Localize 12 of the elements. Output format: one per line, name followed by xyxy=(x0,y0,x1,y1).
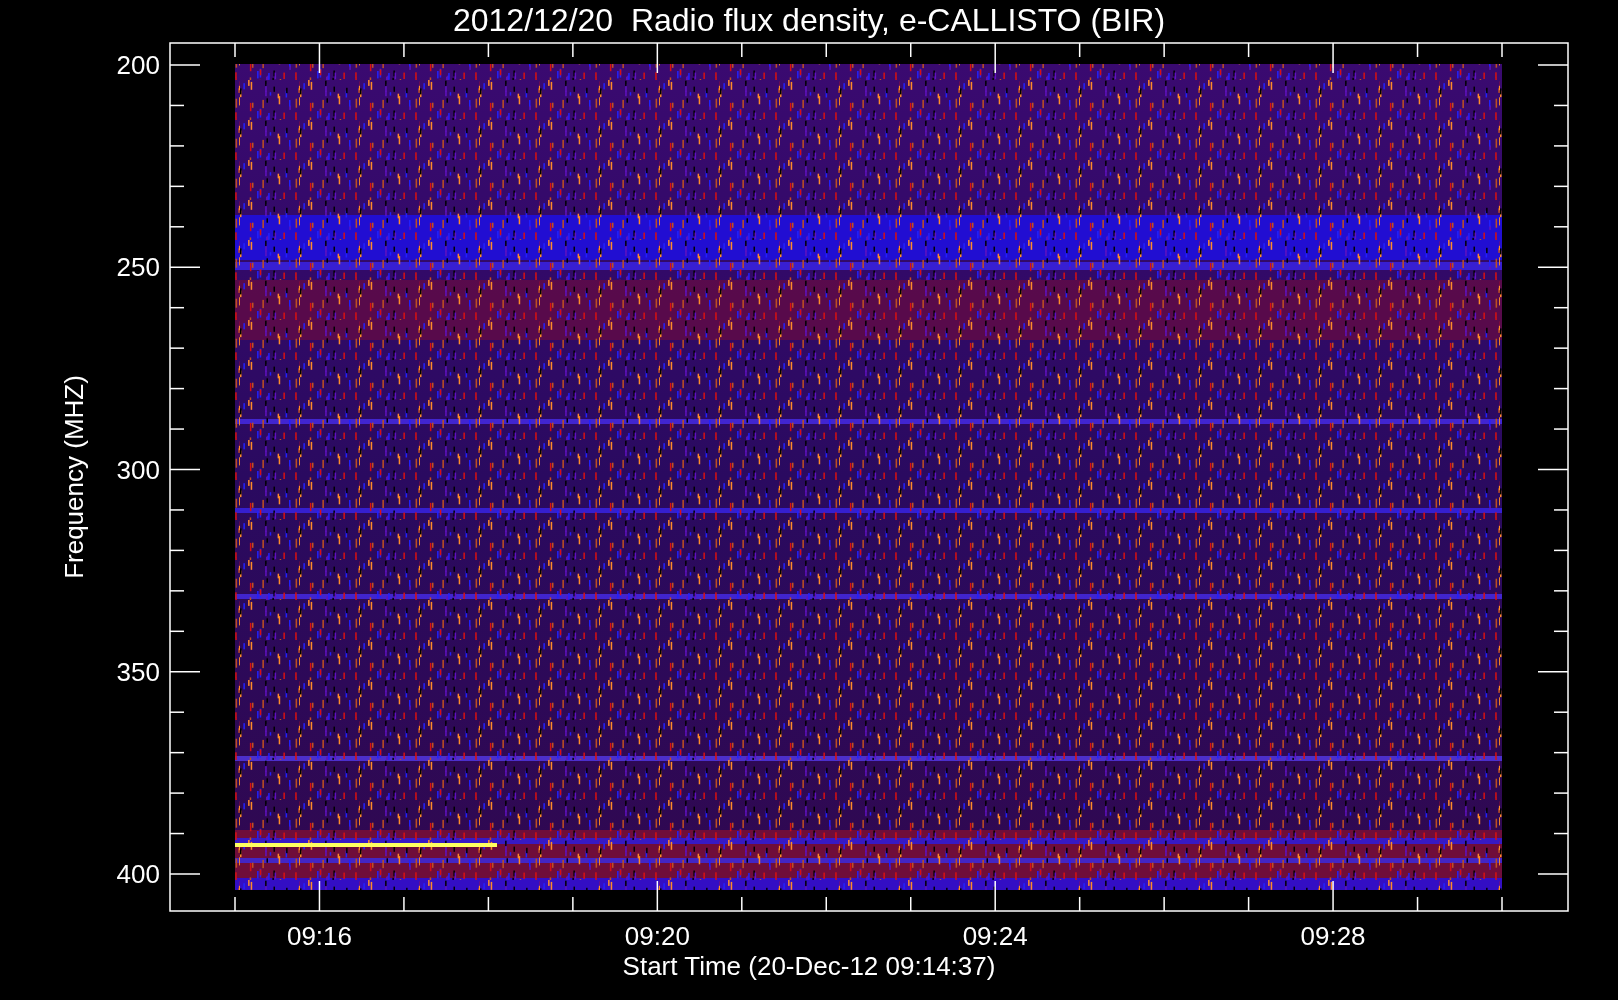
x-axis-label: Start Time (20-Dec-12 09:14:37) xyxy=(622,951,996,981)
y-tick-label: 250 xyxy=(116,252,160,283)
y-tick-label: 200 xyxy=(116,50,160,80)
x-tick-label: 09:20 xyxy=(624,921,690,951)
y-tick-label: 300 xyxy=(116,454,160,485)
x-tick-label: 09:24 xyxy=(962,921,1028,951)
y-tick-label: 400 xyxy=(116,859,160,889)
y-axis-label: Frequency (MHZ) xyxy=(59,375,89,579)
chart-title: 2012/12/20 Radio flux density, e-CALLISTO (BIR) xyxy=(452,2,1166,38)
x-tick-label: 09:16 xyxy=(286,921,352,951)
x-tick-label: 09:28 xyxy=(1300,921,1366,951)
y-tick-label: 350 xyxy=(116,656,160,687)
